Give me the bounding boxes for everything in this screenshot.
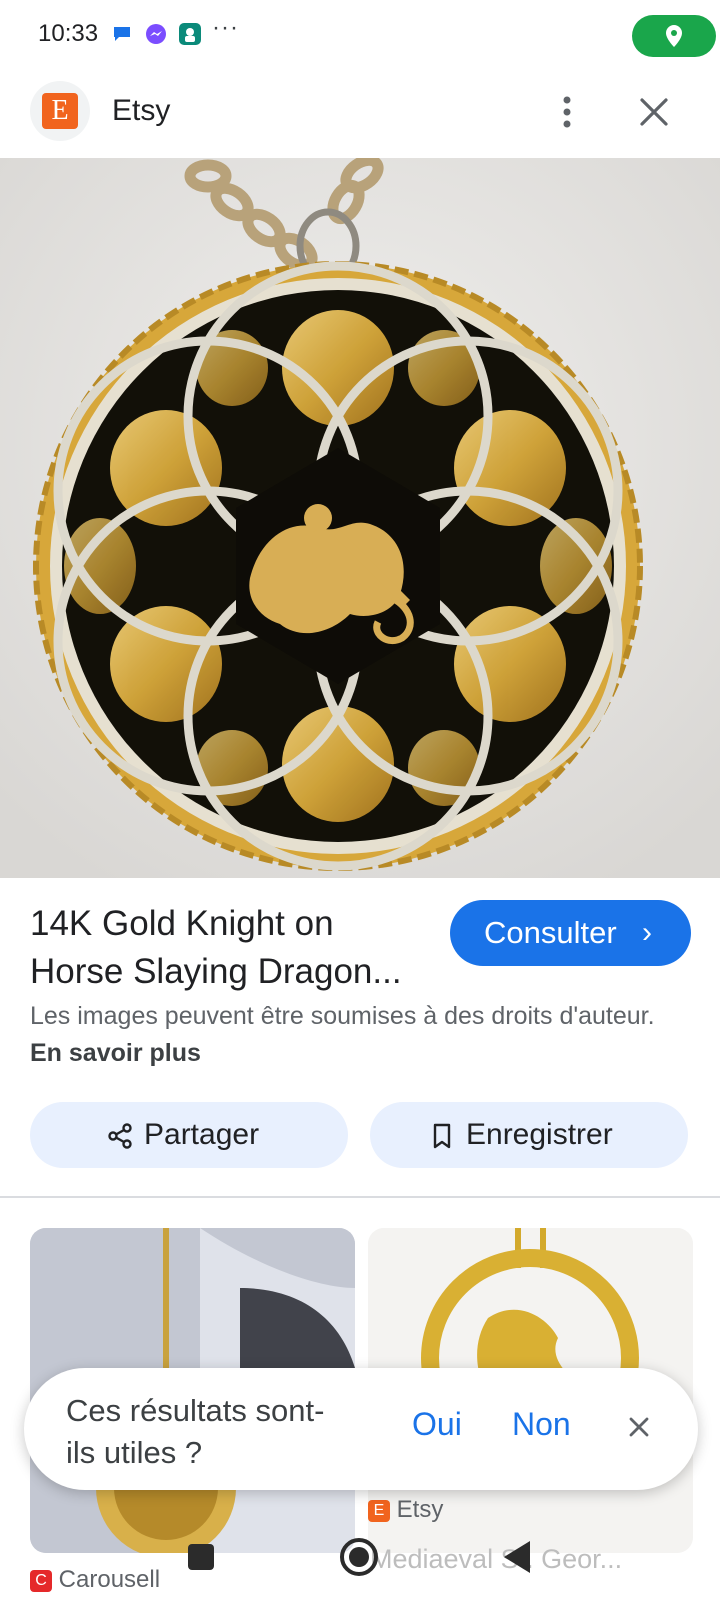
close-icon xyxy=(640,98,668,126)
divider xyxy=(0,1196,720,1198)
app-icon xyxy=(178,22,202,46)
location-icon xyxy=(666,25,682,47)
recent-apps-icon[interactable] xyxy=(186,1542,216,1572)
main-image[interactable] xyxy=(0,158,720,878)
share-icon xyxy=(108,1123,132,1149)
more-vert-icon xyxy=(563,96,571,128)
copyright-notice: Les images peuvent être soumises à des d… xyxy=(30,998,670,1072)
save-button[interactable]: Enregistrer xyxy=(370,1102,688,1168)
etsy-logo-icon: E xyxy=(42,93,78,129)
location-indicator xyxy=(632,15,716,57)
visit-label: Consulter xyxy=(484,915,617,950)
back-icon[interactable] xyxy=(500,1538,534,1576)
navigation-bar xyxy=(0,1528,720,1600)
status-more-icon: ··· xyxy=(212,14,239,41)
more-options-button[interactable] xyxy=(550,88,584,136)
pendant-image xyxy=(0,158,720,878)
header: E Etsy xyxy=(0,70,720,158)
status-bar: 10:33 ··· xyxy=(0,0,720,70)
bookmark-icon xyxy=(433,1123,451,1149)
share-button[interactable]: Partager xyxy=(30,1102,348,1168)
copyright-text: Les images peuvent être soumises à des d… xyxy=(30,1002,655,1030)
site-logo[interactable]: E xyxy=(30,81,90,141)
etsy-icon: E xyxy=(368,1499,390,1522)
site-name: Etsy xyxy=(112,94,171,127)
close-icon xyxy=(629,1417,649,1437)
feedback-card: Ces résultats sont-ils utiles ? Oui Non xyxy=(24,1368,698,1490)
share-label: Partager xyxy=(144,1118,260,1151)
messenger-icon xyxy=(144,22,168,46)
close-button[interactable] xyxy=(632,90,676,134)
related-source: E Etsy xyxy=(368,1496,443,1524)
learn-more-link[interactable]: En savoir plus xyxy=(30,1039,201,1067)
status-time: 10:33 xyxy=(38,20,99,47)
related-source-name: Etsy xyxy=(396,1496,444,1523)
chevron-right-icon: › xyxy=(642,916,652,949)
feedback-no-button[interactable]: Non xyxy=(512,1406,571,1443)
chat-icon xyxy=(110,22,134,46)
visit-button[interactable]: Consulter › xyxy=(450,900,691,966)
feedback-yes-button[interactable]: Oui xyxy=(412,1406,462,1443)
feedback-question: Ces résultats sont-ils utiles ? xyxy=(66,1393,325,1470)
result-title[interactable]: 14K Gold Knight on Horse Slaying Dragon.… xyxy=(30,900,430,996)
save-label: Enregistrer xyxy=(466,1118,613,1151)
feedback-close-button[interactable] xyxy=(624,1412,654,1442)
home-icon[interactable] xyxy=(338,1536,380,1578)
